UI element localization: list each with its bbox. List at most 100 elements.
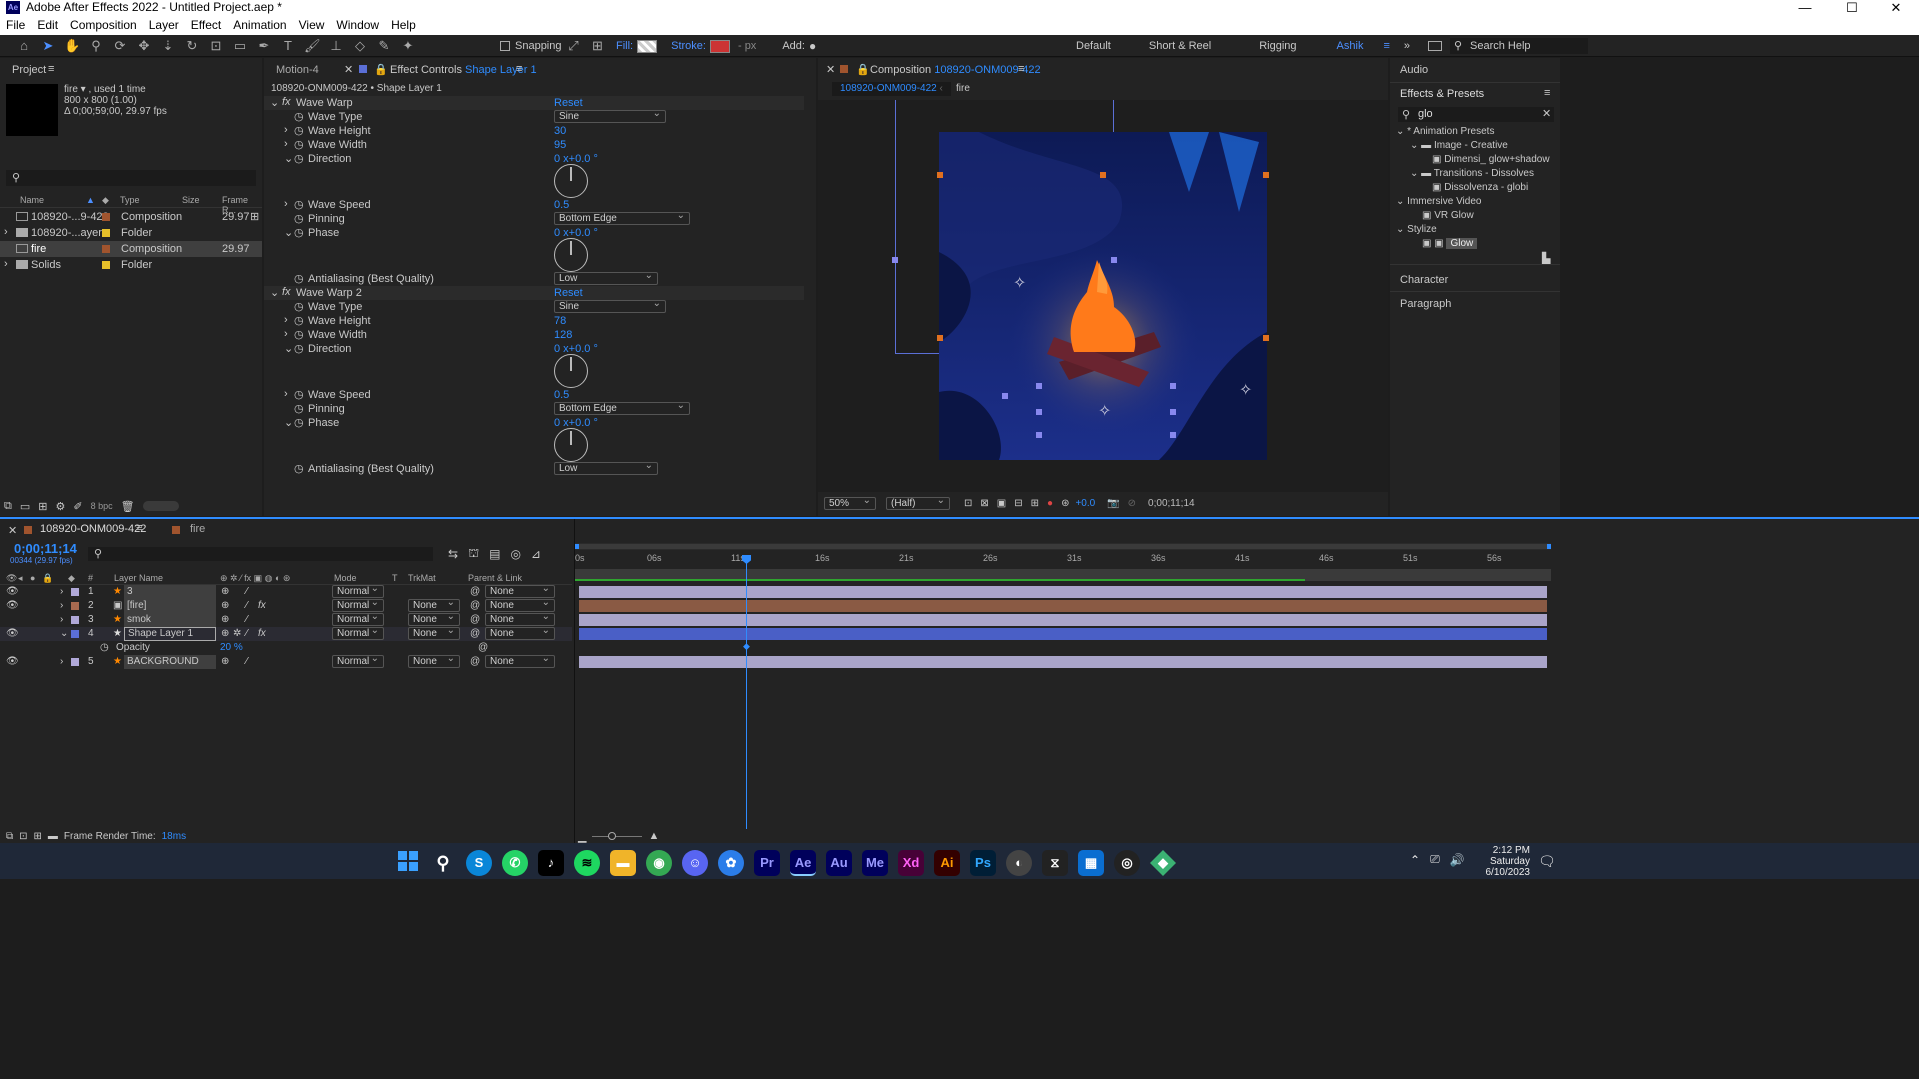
type-tool-icon[interactable]: T bbox=[280, 38, 296, 54]
lock-icon[interactable]: 🔒 bbox=[42, 571, 53, 585]
transform-handle[interactable] bbox=[1263, 172, 1269, 178]
layer-handle[interactable] bbox=[1036, 432, 1042, 438]
comp-flowchart-icon[interactable]: ⇆ bbox=[448, 547, 458, 561]
col-type[interactable]: Type bbox=[120, 195, 140, 205]
search-help-field[interactable]: ⚲ Search Help bbox=[1450, 38, 1588, 54]
show-snapshot-icon[interactable]: ⊘ bbox=[1128, 498, 1136, 509]
media-encoder-icon[interactable]: Me bbox=[862, 850, 888, 876]
fx-icon[interactable]: fx bbox=[282, 96, 291, 108]
layer-bar[interactable] bbox=[579, 656, 1547, 668]
chevron-down-icon[interactable]: ⌄ bbox=[284, 152, 293, 165]
panel-menu-icon[interactable]: ≡ bbox=[1544, 87, 1550, 99]
chevron-right-icon[interactable]: › bbox=[284, 124, 288, 136]
trkmat-dropdown[interactable]: None bbox=[408, 625, 460, 640]
timeline-search-input[interactable]: ⚲ bbox=[88, 547, 433, 561]
frame-blending-icon[interactable]: ▤ bbox=[489, 547, 500, 561]
menu-effect[interactable]: Effect bbox=[185, 15, 227, 35]
project-search-input[interactable]: ⚲ bbox=[6, 170, 256, 186]
tree-node[interactable]: ▣ Dissolvenza - globi bbox=[1390, 181, 1560, 195]
chevron-down-icon[interactable]: ⌄ bbox=[1396, 224, 1404, 235]
shy-switch-icon[interactable]: ⊕ bbox=[221, 627, 229, 641]
blend-mode-dropdown[interactable]: Normal bbox=[332, 625, 384, 640]
layer-name[interactable]: [fire] bbox=[124, 599, 216, 613]
menu-layer[interactable]: Layer bbox=[143, 15, 185, 35]
wave-type-dropdown[interactable]: Sine bbox=[554, 108, 666, 123]
obs-icon[interactable]: ◐ bbox=[1006, 850, 1032, 876]
col-trkmat[interactable]: TrkMat bbox=[408, 571, 436, 585]
label-icon[interactable]: ◆ bbox=[102, 195, 109, 206]
hand-tool-icon[interactable]: ✋ bbox=[64, 38, 80, 54]
guides-icon[interactable]: ⊟ bbox=[1014, 498, 1022, 509]
collapse-switch-icon[interactable]: ✲ bbox=[233, 627, 241, 641]
layer-handle[interactable] bbox=[1111, 257, 1117, 263]
audio-icon[interactable]: ◂ bbox=[18, 571, 23, 585]
orbit-camera-icon[interactable]: ⟳ bbox=[112, 38, 128, 54]
layer-handle[interactable] bbox=[892, 257, 898, 263]
navigator-range[interactable] bbox=[575, 544, 1551, 549]
chevron-right-icon[interactable]: › bbox=[60, 599, 63, 613]
frame-render-icon[interactable]: ▬ bbox=[48, 831, 58, 842]
zoom-in-icon[interactable]: ▲ bbox=[648, 830, 659, 842]
layer-name[interactable]: 3 bbox=[124, 585, 216, 599]
exposure-value[interactable]: +0.0 bbox=[1075, 498, 1095, 509]
puppet-pin-icon[interactable]: ✦ bbox=[400, 38, 416, 54]
graph-editor-icon[interactable]: ⊿ bbox=[531, 547, 541, 561]
chevron-up-icon[interactable]: ⌃ bbox=[1410, 853, 1420, 867]
parent-dropdown[interactable]: None bbox=[485, 625, 555, 640]
wave-height-value[interactable]: 78 bbox=[554, 315, 566, 327]
tree-node[interactable]: ▣ ▣ Glow bbox=[1390, 237, 1560, 251]
audition-icon[interactable]: Au bbox=[826, 850, 852, 876]
roto-brush-icon[interactable]: ✎ bbox=[376, 38, 392, 54]
quality-switch-icon[interactable]: ⁄ bbox=[246, 585, 248, 599]
davinci-icon[interactable]: ◎ bbox=[1114, 850, 1140, 876]
list-item[interactable]: › 108920-...ayers Folder bbox=[0, 225, 262, 241]
character-tab[interactable]: Character bbox=[1400, 274, 1448, 286]
transform-handle[interactable] bbox=[937, 335, 943, 341]
timeline-tab-main[interactable]: 108920-ONM009-422 bbox=[40, 523, 146, 535]
chevron-down-icon[interactable]: ⌄ bbox=[284, 416, 293, 429]
tab-effect-controls[interactable]: Effect Controls Shape Layer 1 bbox=[390, 64, 537, 76]
pan-camera-icon[interactable]: ✥ bbox=[136, 38, 152, 54]
stopwatch-icon[interactable]: ◷ bbox=[294, 272, 304, 285]
number-icon[interactable]: # bbox=[88, 571, 93, 585]
layer-bar[interactable] bbox=[579, 614, 1547, 626]
premiere-pro-icon[interactable]: Pr bbox=[754, 850, 780, 876]
chevron-right-icon[interactable]: › bbox=[60, 655, 63, 669]
snapping-checkbox[interactable] bbox=[500, 41, 510, 51]
whatsapp-icon[interactable]: ✆ bbox=[502, 850, 528, 876]
quality-switch-icon[interactable]: ⁄ bbox=[246, 599, 248, 613]
eye-icon[interactable]: 👁 bbox=[6, 655, 19, 669]
stopwatch-icon[interactable]: ◷ bbox=[294, 402, 304, 415]
layer-row[interactable]: › 3 ★ smok ⊕ ⁄ Normal None @ None bbox=[0, 611, 572, 627]
chevron-right-icon[interactable]: › bbox=[60, 613, 63, 627]
opacity-value[interactable]: 20 % bbox=[220, 641, 243, 655]
transform-handle[interactable] bbox=[1263, 335, 1269, 341]
layer-row[interactable]: 👁 › 5 ★ BACKGROUND ⊕ ⁄ Normal None @ Non… bbox=[0, 653, 572, 669]
menu-view[interactable]: View bbox=[293, 15, 331, 35]
pickwhip-icon[interactable]: @ bbox=[470, 599, 480, 613]
chevron-down-icon[interactable]: ⌄ bbox=[60, 627, 68, 641]
zoom-thumb[interactable] bbox=[608, 831, 617, 840]
motion-blur-icon[interactable]: ◎ bbox=[510, 547, 520, 561]
wave-type-dropdown[interactable]: Sine bbox=[554, 298, 666, 313]
label-swatch[interactable] bbox=[102, 261, 110, 269]
panel-menu-icon[interactable]: ≡ bbox=[48, 63, 54, 75]
layer-row[interactable]: 👁 › 1 ★ 3 ⊕ ⁄ Normal @ None bbox=[0, 583, 572, 599]
shy-switch-icon[interactable]: ⊕ bbox=[221, 599, 229, 613]
pinning-dropdown[interactable]: Bottom Edge bbox=[554, 400, 690, 415]
panel-menu-icon[interactable]: ≡ bbox=[516, 63, 522, 75]
brush-tool-icon[interactable]: 🖌 bbox=[304, 38, 321, 54]
label-swatch[interactable] bbox=[102, 213, 110, 221]
menu-file[interactable]: File bbox=[0, 15, 31, 35]
discord-icon[interactable]: ☺ bbox=[682, 850, 708, 876]
close-tab-icon[interactable]: ✕ bbox=[826, 63, 835, 76]
col-t[interactable]: T bbox=[392, 571, 398, 585]
trkmat-dropdown[interactable]: None bbox=[408, 653, 460, 668]
workspace-short-reel[interactable]: Short & Reel bbox=[1149, 40, 1211, 52]
maximize-icon[interactable]: ☐ bbox=[1832, 0, 1872, 15]
selection-tool-icon[interactable]: ➤ bbox=[40, 38, 56, 54]
direction-dial[interactable] bbox=[554, 164, 588, 198]
chevron-right-icon[interactable]: › bbox=[284, 388, 288, 400]
grid-icon[interactable]: ⊞ bbox=[1031, 498, 1039, 509]
exposure-reset-icon[interactable]: ⊛ bbox=[1061, 498, 1069, 509]
